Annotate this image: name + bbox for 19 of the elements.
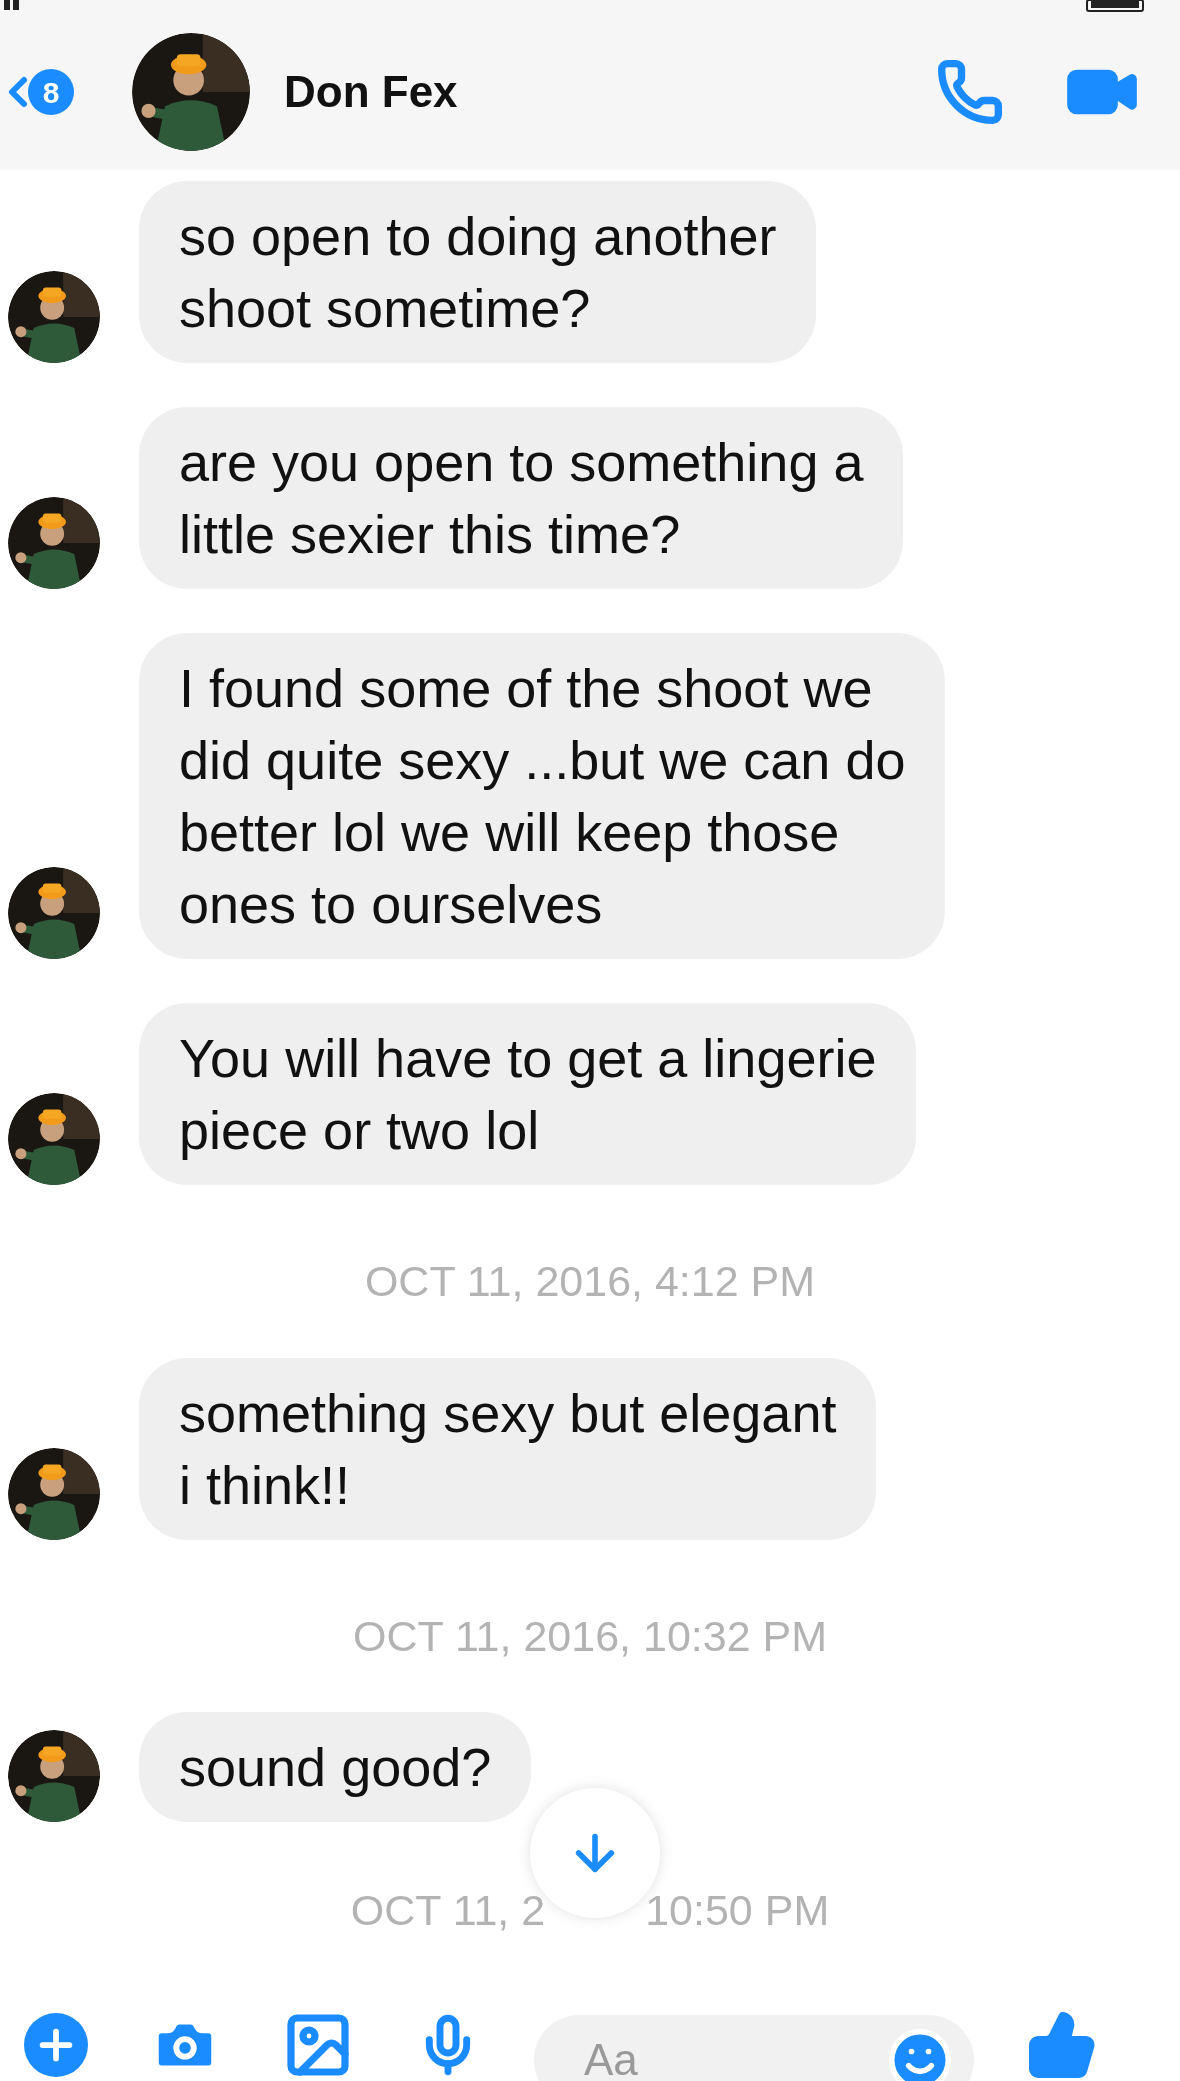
- message-input-field[interactable]: Aa: [534, 2015, 974, 2081]
- unread-badge: 8: [28, 69, 74, 115]
- call-button[interactable]: [936, 58, 1004, 126]
- signal-icon: [4, 0, 19, 10]
- message-bubble: so open to doing another shoot sometime?: [139, 181, 817, 363]
- message-bubble: You will have to get a lingerie piece or two lol: [139, 1003, 917, 1185]
- message-bubble: are you open to something a little sexier this time?: [139, 407, 904, 589]
- timestamp: OCT 11, 2: [350, 1885, 546, 1936]
- contact-name: Don Fex: [284, 66, 458, 118]
- emoji-icon: [886, 2026, 954, 2081]
- message-bubble: something sexy but elegant i think!!: [139, 1357, 877, 1540]
- battery-icon: [1086, 0, 1146, 12]
- timestamp: OCT 11, 2016, 10:32 PM: [352, 1610, 828, 1662]
- message-bubble: I found some of the shoot we did quite sexy ...but we can do better lol we will keep those ones to ourselves: [139, 633, 946, 959]
- phone-icon: [936, 58, 1004, 126]
- timestamp: 10:50 PM: [645, 1885, 830, 1936]
- timestamp: OCT 11, 2016, 4:12 PM: [364, 1256, 816, 1307]
- back-button[interactable]: 8: [0, 68, 74, 116]
- message-bubble: sound good?: [139, 1712, 532, 1822]
